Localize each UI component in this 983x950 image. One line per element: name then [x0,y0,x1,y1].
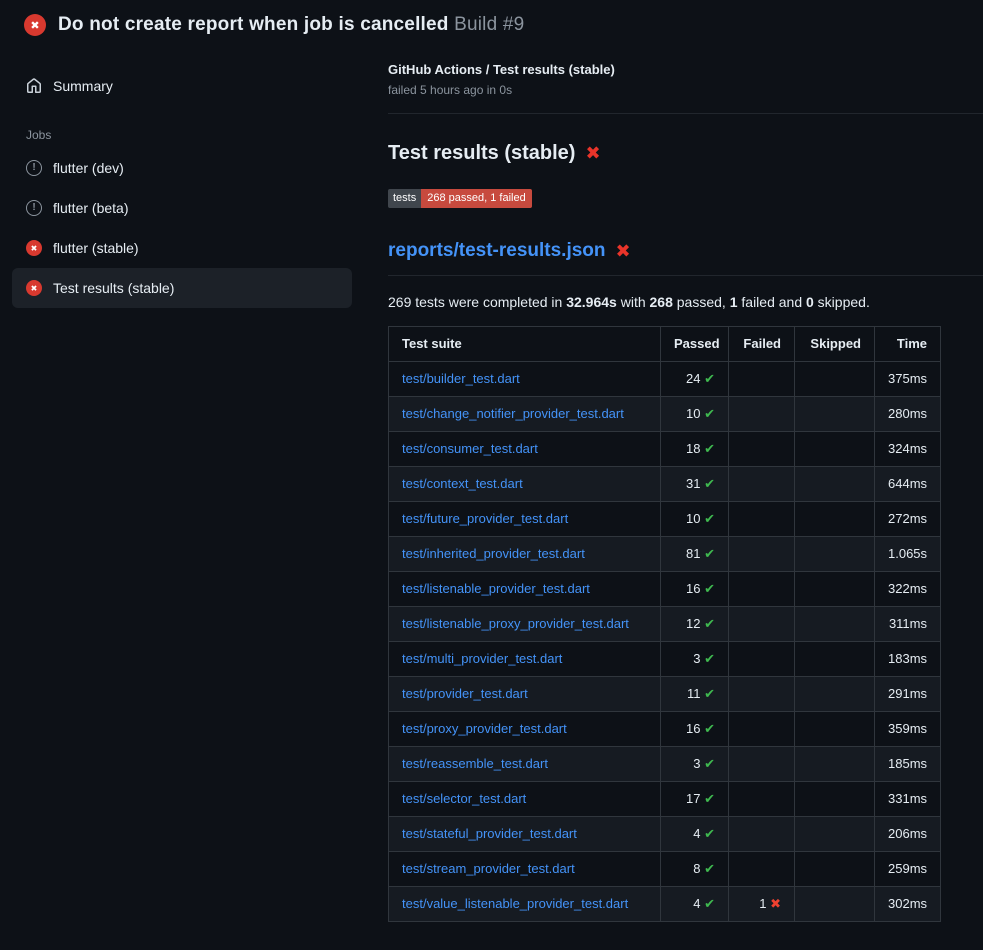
check-icon: ✔ [704,371,715,386]
test-summary: 269 tests were completed in 32.964s with… [388,294,983,310]
header-divider [388,113,983,114]
app: ✖ Do not create report when job is cance… [0,0,983,946]
results-table: Test suite Passed Failed Skipped Time te… [388,326,941,922]
table-row: test/consumer_test.dart18 ✔324ms [389,432,941,467]
test-suite-link[interactable]: test/provider_test.dart [402,686,528,701]
check-icon: ✔ [704,406,715,421]
col-header-passed: Passed [661,327,729,362]
table-row: test/multi_provider_test.dart3 ✔183ms [389,642,941,677]
table-row: test/builder_test.dart24 ✔375ms [389,362,941,397]
sidebar-item-summary[interactable]: Summary [12,68,352,104]
table-row: test/reassemble_test.dart3 ✔185ms [389,747,941,782]
sidebar-item-flutter-beta[interactable]: ! flutter (beta) [12,188,352,228]
test-suite-link[interactable]: test/multi_provider_test.dart [402,651,562,666]
check-icon: ✔ [704,861,715,876]
test-suite-link[interactable]: test/listenable_provider_test.dart [402,581,590,596]
check-icon: ✔ [704,546,715,561]
test-suite-link[interactable]: test/selector_test.dart [402,791,526,806]
section-heading-text: Test results (stable) [388,142,575,165]
table-row: test/future_provider_test.dart10 ✔272ms [389,502,941,537]
check-icon: ✔ [704,791,715,806]
table-row: test/stateful_provider_test.dart4 ✔206ms [389,817,941,852]
table-row: test/listenable_provider_test.dart16 ✔32… [389,572,941,607]
col-header-failed: Failed [729,327,795,362]
check-icon: ✔ [704,581,715,596]
col-header-test-suite: Test suite [389,327,661,362]
test-suite-link[interactable]: test/proxy_provider_test.dart [402,721,567,736]
table-row: test/selector_test.dart17 ✔331ms [389,782,941,817]
check-icon: ✔ [704,651,715,666]
run-title-text: Do not create report when job is cancell… [58,14,449,35]
job-failed-icon: ✖ [26,280,42,296]
table-row: test/context_test.dart31 ✔644ms [389,467,941,502]
check-icon: ✔ [704,721,715,736]
check-icon: ✔ [704,441,715,456]
tests-badge: tests268 passed, 1 failed [388,189,532,208]
job-label: flutter (stable) [53,240,139,256]
report-link[interactable]: reports/test-results.json [388,240,606,262]
check-icon: ✔ [704,511,715,526]
test-suite-link[interactable]: test/builder_test.dart [402,371,520,386]
test-suite-link[interactable]: test/context_test.dart [402,476,523,491]
home-icon [26,78,42,94]
run-failed-icon: ✖ [24,14,46,36]
breadcrumb: GitHub Actions / Test results (stable) [388,62,983,77]
col-header-skipped: Skipped [795,327,875,362]
job-neutral-icon: ! [26,160,42,176]
job-label: Test results (stable) [53,280,174,296]
sidebar-item-test-results-stable[interactable]: ✖ Test results (stable) [12,268,352,308]
table-row: test/provider_test.dart11 ✔291ms [389,677,941,712]
jobs-section-label: Jobs [26,128,352,142]
results-table-body: test/builder_test.dart24 ✔375mstest/chan… [389,362,941,922]
failed-x-icon: ✖ [616,241,631,262]
test-suite-link[interactable]: test/value_listenable_provider_test.dart [402,896,628,911]
table-row: test/listenable_proxy_provider_test.dart… [389,607,941,642]
table-row: test/value_listenable_provider_test.dart… [389,887,941,922]
check-icon: ✔ [704,616,715,631]
table-row: test/stream_provider_test.dart8 ✔259ms [389,852,941,887]
test-suite-link[interactable]: test/reassemble_test.dart [402,756,548,771]
check-icon: ✔ [704,476,715,491]
test-suite-link[interactable]: test/inherited_provider_test.dart [402,546,585,561]
sidebar: Summary Jobs ! flutter (dev) ! flutter (… [0,46,364,308]
job-label: flutter (dev) [53,160,124,176]
check-icon: ✔ [704,756,715,771]
job-label: flutter (beta) [53,200,128,216]
run-title: Do not create report when job is cancell… [58,14,524,36]
test-suite-link[interactable]: test/change_notifier_provider_test.dart [402,406,624,421]
section-heading: Test results (stable) ✖ [388,142,983,165]
test-suite-link[interactable]: test/stateful_provider_test.dart [402,826,577,841]
check-icon: ✔ [704,686,715,701]
failed-x-icon: ✖ [585,143,600,164]
build-number: Build #9 [454,14,524,35]
sidebar-item-flutter-dev[interactable]: ! flutter (dev) [12,148,352,188]
sidebar-item-flutter-stable[interactable]: ✖ flutter (stable) [12,228,352,268]
test-suite-link[interactable]: test/stream_provider_test.dart [402,861,575,876]
check-icon: ✔ [704,896,715,911]
run-header: ✖ Do not create report when job is cance… [0,0,983,46]
table-header-row: Test suite Passed Failed Skipped Time [389,327,941,362]
badge-label: tests [388,189,421,208]
report-heading: reports/test-results.json ✖ [388,240,983,276]
test-suite-link[interactable]: test/future_provider_test.dart [402,511,568,526]
col-header-time: Time [875,327,941,362]
main-content: GitHub Actions / Test results (stable) f… [364,46,983,946]
check-icon: ✔ [704,826,715,841]
test-suite-link[interactable]: test/consumer_test.dart [402,441,538,456]
test-suite-link[interactable]: test/listenable_proxy_provider_test.dart [402,616,629,631]
table-row: test/change_notifier_provider_test.dart1… [389,397,941,432]
badge-value: 268 passed, 1 failed [421,189,531,208]
table-row: test/proxy_provider_test.dart16 ✔359ms [389,712,941,747]
table-row: test/inherited_provider_test.dart81 ✔1.0… [389,537,941,572]
cross-icon: ✖ [770,896,781,911]
run-status-line: failed 5 hours ago in 0s [388,83,983,97]
job-failed-icon: ✖ [26,240,42,256]
sidebar-summary-label: Summary [53,78,113,94]
job-neutral-icon: ! [26,200,42,216]
